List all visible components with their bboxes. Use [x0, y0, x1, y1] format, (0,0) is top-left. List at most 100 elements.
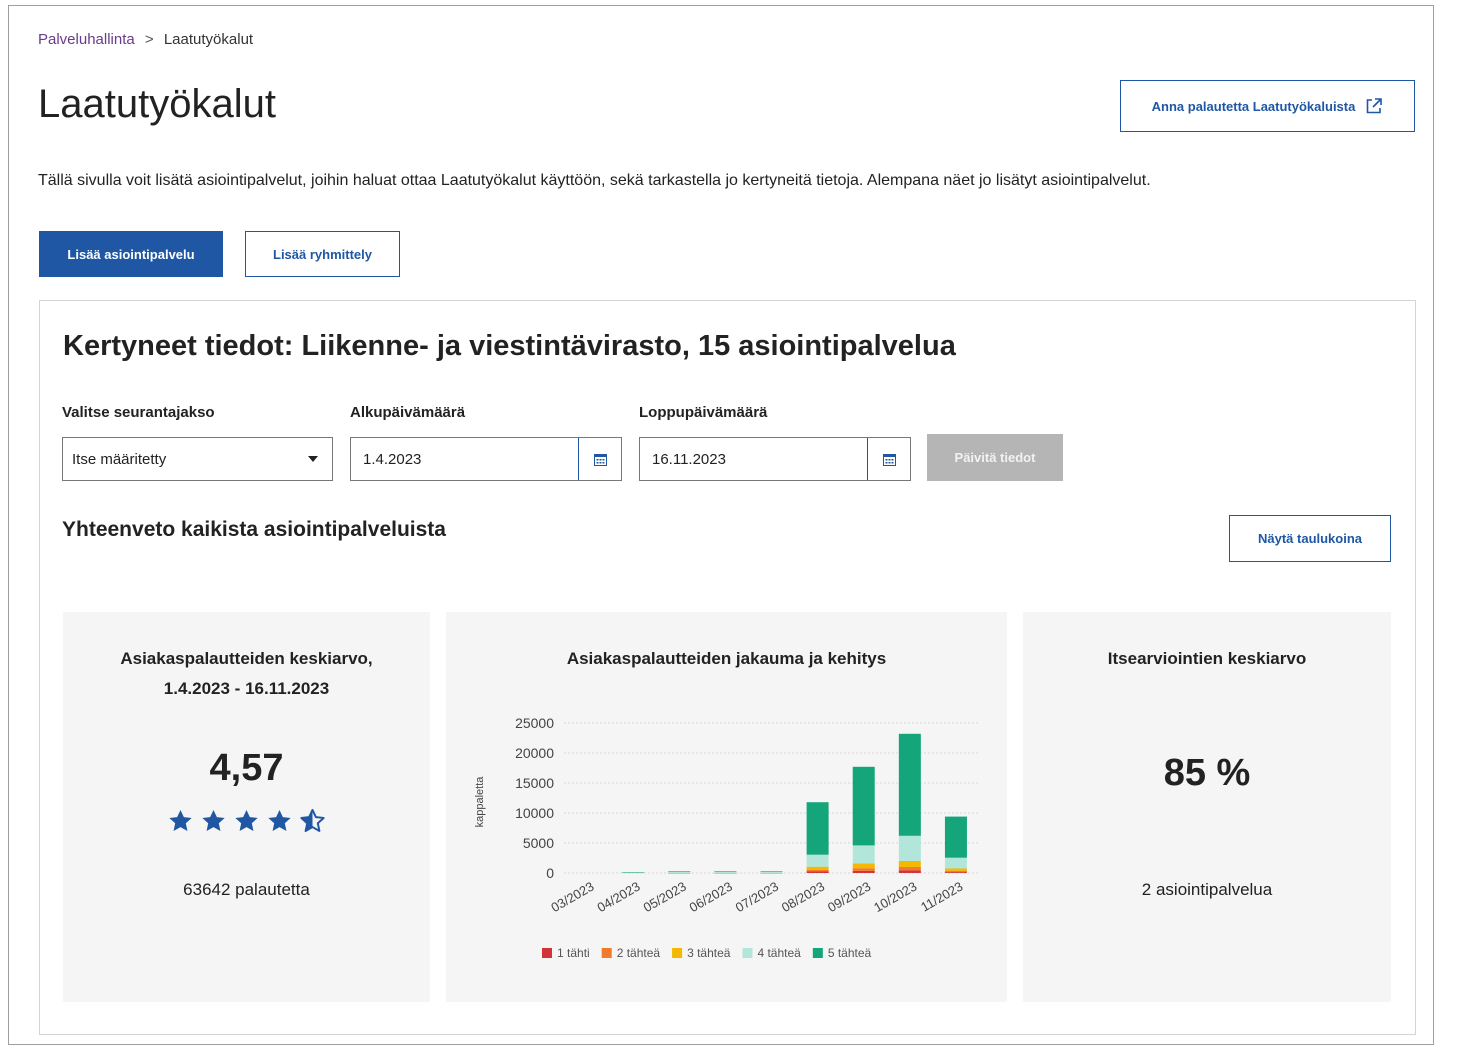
- chart-y-tick-label: 20000: [515, 745, 554, 761]
- chart-bar-segment: [806, 869, 829, 872]
- breadcrumb-separator: >: [144, 31, 154, 48]
- star-icon: [235, 809, 258, 831]
- chart-legend-swatch: [812, 948, 823, 958]
- page-title: Laatutyökalut: [38, 82, 276, 126]
- chart-legend-swatch: [601, 948, 612, 958]
- chart-bar-segment: [760, 872, 783, 874]
- chart-x-tick-label: 07/2023: [733, 879, 781, 915]
- chart-x-tick-label: 06/2023: [687, 879, 735, 915]
- dropdown-arrow-icon: [308, 456, 318, 462]
- add-service-button[interactable]: Lisää asiointipalvelu: [39, 231, 223, 277]
- chart-legend-swatch: [742, 948, 753, 958]
- feedback-average-title: Asiakaspalautteiden keskiarvo, 1.4.2023 …: [63, 644, 430, 704]
- end-date-field[interactable]: 16.11.2023: [639, 437, 911, 481]
- feedback-average-value: 4,57: [209, 747, 284, 789]
- feedback-average-title-line2: 1.4.2023 - 16.11.2023: [163, 679, 330, 698]
- chart-y-tick-label: 10000: [515, 805, 554, 821]
- chart-bar-segment: [852, 863, 875, 869]
- chart-y-axis-label: kappaletta: [474, 776, 486, 828]
- chart-legend-swatch: [672, 948, 683, 958]
- star-icon: [169, 809, 192, 831]
- feedback-average-title-line1: Asiakaspalautteiden keskiarvo,: [120, 649, 373, 668]
- chart-y-tick-label: 5000: [523, 835, 554, 851]
- chart-bar-segment: [806, 866, 829, 870]
- chart-bar-segment: [898, 835, 921, 861]
- add-group-button[interactable]: Lisää ryhmittely: [245, 231, 400, 277]
- start-date-value: 1.4.2023: [363, 450, 422, 468]
- distribution-chart: 25000 20000 15000 10000 5000 0 kappaletta 03/20…: [474, 715, 979, 960]
- chart-bar-segment: [668, 871, 691, 873]
- chart-legend-label: 2 tähteä: [617, 946, 661, 960]
- star-half-icon: [300, 808, 325, 832]
- chart-x-tick-label: 10/2023: [871, 879, 919, 915]
- chart-bar-segment: [852, 845, 875, 864]
- chart-x-tick-label: 05/2023: [641, 879, 689, 915]
- chart-legend-label: 4 tähteä: [757, 946, 801, 960]
- breadcrumb-current: Laatutyökalut: [163, 31, 254, 48]
- chart-bar-segment: [622, 872, 645, 873]
- external-link-icon: [1367, 98, 1383, 114]
- chart-bar-segment: [944, 857, 967, 869]
- feedback-button-label: Anna palautetta Laatutyökaluista: [1151, 98, 1356, 114]
- feedback-button[interactable]: Anna palautetta Laatutyökaluista: [1120, 80, 1415, 132]
- self-evaluation-card: Itsearviointien keskiarvo 85 % 2 asioint…: [1023, 612, 1391, 1002]
- end-date-value: 16.11.2023: [652, 450, 726, 468]
- chart-bar-segment: [760, 871, 783, 872]
- start-date-field[interactable]: 1.4.2023: [350, 437, 622, 481]
- chart-legend-label: 5 tähteä: [828, 946, 872, 960]
- period-select-value: Itse määritetty: [72, 450, 167, 468]
- chart-x-tick-label: 08/2023: [779, 879, 827, 915]
- star-icon: [268, 809, 291, 831]
- chart-bar-segment: [852, 766, 875, 846]
- chart-y-tick-label: 0: [546, 865, 554, 881]
- chart-x-tick-label: 03/2023: [548, 879, 596, 915]
- chart-bar-segment: [806, 854, 829, 867]
- calendar-icon: [593, 453, 607, 466]
- update-data-button[interactable]: Päivitä tiedot: [927, 434, 1063, 481]
- panel-title: Kertyneet tiedot: Liikenne- ja viestintä…: [63, 330, 956, 362]
- calendar-icon: [882, 453, 896, 466]
- self-evaluation-title: Itsearviointien keskiarvo: [1107, 649, 1307, 668]
- start-calendar-button[interactable]: [578, 438, 621, 480]
- start-date-label: Alkupäivämäärä: [350, 404, 466, 421]
- chart-bar-segment: [944, 816, 967, 858]
- chart-bar-segment: [898, 870, 921, 873]
- chart-bar-segment: [944, 868, 967, 871]
- end-calendar-button[interactable]: [867, 438, 910, 480]
- chart-bar-segment: [944, 872, 967, 873]
- chart-bar-segment: [668, 871, 691, 872]
- chart-bar-segment: [852, 870, 875, 873]
- period-select[interactable]: Itse määritetty: [62, 437, 333, 481]
- end-date-label: Loppupäivämäärä: [639, 404, 768, 421]
- chart-bar-segment: [714, 871, 737, 873]
- breadcrumb: Palveluhallinta > Laatutyökalut: [38, 31, 253, 48]
- chart-bar-segment: [898, 861, 921, 867]
- chart-x-tick-label: 09/2023: [825, 879, 873, 915]
- feedback-average-card: Asiakaspalautteiden keskiarvo, 1.4.2023 …: [63, 612, 430, 1002]
- chart-bar-segment: [898, 733, 921, 836]
- chart-bar-segment: [668, 872, 691, 874]
- chart-y-tick-label: 25000: [515, 715, 554, 731]
- star-rating: [63, 808, 430, 834]
- chart-x-tick-label: 11/2023: [918, 879, 965, 915]
- chart-bar-segment: [852, 868, 875, 871]
- chart-bar-segment: [806, 802, 829, 855]
- period-label: Valitse seurantajakso: [62, 404, 215, 421]
- self-evaluation-value: 85 %: [1163, 752, 1251, 794]
- chart-bar-segment: [714, 871, 737, 872]
- chart-bar-segment: [760, 871, 783, 873]
- chart-bar-segment: [714, 872, 737, 874]
- feedback-count: 63642 palautetta: [183, 880, 310, 899]
- intro-text: Tällä sivulla voit lisätä asiointipalvel…: [38, 172, 1151, 189]
- distribution-card: Asiakaspalautteiden jakauma ja kehitys 2…: [446, 612, 1007, 1002]
- breadcrumb-link-palveluhallinta[interactable]: Palveluhallinta: [38, 31, 135, 48]
- chart-bar-segment: [944, 870, 967, 873]
- self-evaluation-count: 2 asiointipalvelua: [1141, 880, 1273, 899]
- chart-x-tick-label: 04/2023: [594, 879, 642, 915]
- summary-title: Yhteenveto kaikista asiointipalveluista: [62, 518, 446, 541]
- chart-bar-segment: [806, 871, 829, 873]
- chart-legend-label: 1 tähti: [557, 946, 590, 960]
- chart-y-tick-label: 15000: [515, 775, 554, 791]
- show-as-tables-button[interactable]: Näytä taulukoina: [1229, 515, 1391, 562]
- chart-legend-label: 3 tähteä: [687, 946, 731, 960]
